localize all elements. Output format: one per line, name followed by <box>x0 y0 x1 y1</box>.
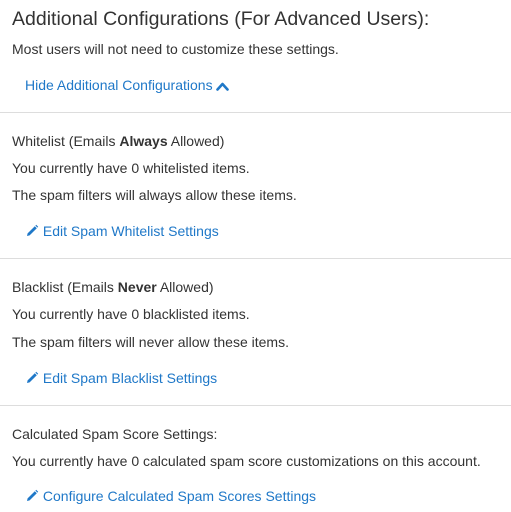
divider <box>0 258 511 259</box>
hide-additional-configurations-link[interactable]: Hide Additional Configurations <box>25 76 230 96</box>
chevron-up-icon <box>216 78 230 96</box>
calculated-heading: Calculated Spam Score Settings: <box>12 426 218 442</box>
edit-spam-whitelist-link[interactable]: Edit Spam Whitelist Settings <box>25 222 219 242</box>
pencil-icon <box>25 489 39 507</box>
configure-calculated-label: Configure Calculated Spam Scores Setting… <box>42 488 317 504</box>
blacklist-count: You currently have 0 blacklisted items. <box>12 306 250 322</box>
calculated-count: You currently have 0 calculated spam sco… <box>12 453 481 469</box>
whitelist-description: The spam filters will always allow these… <box>12 187 297 203</box>
additional-configurations-panel: Additional Configurations (For Advanced … <box>0 0 511 512</box>
section-title: Additional Configurations (For Advanced … <box>12 8 430 30</box>
toggle-link-label: Hide Additional Configurations <box>25 77 213 93</box>
configure-calculated-spam-scores-link[interactable]: Configure Calculated Spam Scores Setting… <box>25 487 316 507</box>
divider <box>0 112 511 113</box>
edit-blacklist-label: Edit Spam Blacklist Settings <box>42 370 218 386</box>
edit-spam-blacklist-link[interactable]: Edit Spam Blacklist Settings <box>25 369 217 389</box>
blacklist-heading: Blacklist (Emails Never Allowed) <box>12 279 214 295</box>
divider <box>0 405 511 406</box>
whitelist-count: You currently have 0 whitelisted items. <box>12 160 250 176</box>
whitelist-heading: Whitelist (Emails Always Allowed) <box>12 133 225 149</box>
pencil-icon <box>25 224 39 242</box>
pencil-icon <box>25 371 39 389</box>
blacklist-description: The spam filters will never allow these … <box>12 334 289 350</box>
edit-whitelist-label: Edit Spam Whitelist Settings <box>42 223 219 239</box>
section-subtitle: Most users will not need to customize th… <box>12 41 339 57</box>
